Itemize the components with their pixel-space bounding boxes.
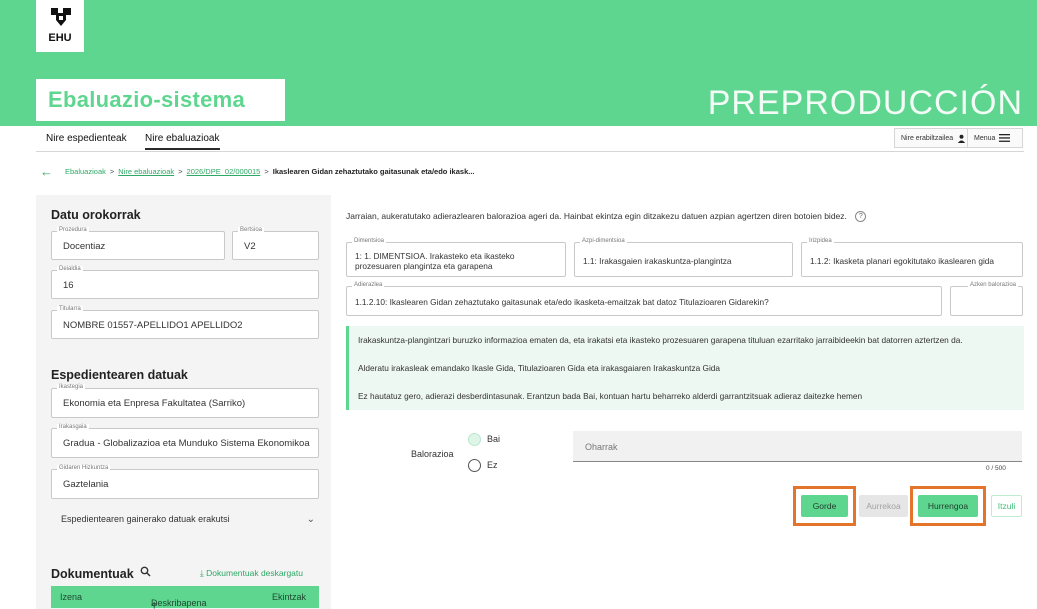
field-value: 16 <box>63 280 74 291</box>
column-actions: Ekintzak <box>272 592 307 602</box>
field-value: V2 <box>244 241 256 252</box>
highlight-next <box>910 486 986 526</box>
procedure-field: Prozedura Docentiaz <box>51 227 225 260</box>
field-label: Titularra <box>57 306 83 312</box>
user-label: Nire erabiltzailea <box>901 134 954 142</box>
highlight-save <box>793 486 856 526</box>
holder-field: Titularra NOMBRE 01557-APELLIDO1 APELLID… <box>51 306 319 339</box>
field-value: Gradua - Globalizazioa eta Munduko Siste… <box>63 438 310 449</box>
breadcrumb-separator: > <box>178 167 183 176</box>
field-label: Dimentsioa <box>352 238 387 244</box>
info-line: Ez hautatuz gero, adierazi desberdintasu… <box>346 382 1024 410</box>
download-label: Dokumentuak deskargatu <box>206 568 304 578</box>
dimension-field: Dimentsioa 1: 1. DIMENTSIOA. Irakasteko … <box>346 238 566 277</box>
tab-my-evaluations[interactable]: Nire ebaluazioak <box>145 133 220 150</box>
radio-no-label: Ez <box>487 460 498 470</box>
field-label: Deialdia <box>57 266 83 272</box>
character-counter: 0 / 500 <box>986 465 1006 472</box>
ehu-logo[interactable]: EHU <box>36 0 84 52</box>
app-header: EHU Ebaluazio-sistema PREPRODUCCIÓN <box>0 0 1037 126</box>
breadcrumb-record[interactable]: 2026/DPE_02/000015 <box>187 167 261 176</box>
notes-textarea[interactable]: Oharrak <box>573 431 1022 462</box>
app-title-box: Ebaluazio-sistema <box>36 79 285 121</box>
previous-button[interactable]: Aurrekoa <box>859 495 908 517</box>
rating-label: Balorazioa <box>411 449 454 459</box>
intro-label: Jarraian, aukeratutako adierazlearen bal… <box>346 211 847 221</box>
back-arrow-icon[interactable]: ← <box>40 164 53 179</box>
info-text: Alderatu irakasleak emandako Ikasle Gida… <box>358 363 721 373</box>
field-value: 1.1.2: Ikasketa planari egokitutako ikas… <box>810 256 995 266</box>
general-data-title: Datu orokorrak <box>51 208 141 222</box>
field-label: Irizpidea <box>807 238 834 244</box>
field-value: 1.1.2.10: Ikaslearen Gidan zehaztutako g… <box>355 297 769 307</box>
field-value: 1: 1. DIMENTSIOA. Irakasteko eta ikastek… <box>355 251 515 271</box>
version-field: Bertsioa V2 <box>232 227 319 260</box>
chevron-down-icon: ⌄ <box>306 514 315 525</box>
user-button[interactable]: Nire erabiltzailea <box>894 128 974 148</box>
environment-label: PREPRODUCCIÓN <box>707 84 1023 122</box>
radio-yes-label: Bai <box>487 434 501 444</box>
guide-language-field: Gidaren Hizkuntza Gaztelania <box>51 465 319 499</box>
subject-field: Irakasgaia Gradua - Globalizazioa eta Mu… <box>51 424 319 458</box>
back-button[interactable]: Itzuli <box>991 495 1022 517</box>
field-value: Gaztelania <box>63 479 109 490</box>
show-more-record-data[interactable]: Espedientearen gainerako datuak erakutsi… <box>61 514 319 525</box>
call-field: Deialdia 16 <box>51 266 319 299</box>
hamburger-icon <box>999 134 1011 142</box>
download-documents-link[interactable]: ⤓ Dokumentuak deskargatu <box>200 568 303 579</box>
field-label: Adierazlea <box>352 282 385 288</box>
radio-yes[interactable] <box>468 433 481 446</box>
search-icon[interactable] <box>140 566 151 580</box>
breadcrumb-current: Ikaslearen Gidan zehaztutako gaitasunak … <box>272 167 475 176</box>
info-line: Alderatu irakasleak emandako Ikasle Gida… <box>346 354 1024 382</box>
user-icon <box>958 134 966 143</box>
field-label: Azken balorazioa <box>967 282 1018 288</box>
field-value: NOMBRE 01557-APELLIDO1 APELLIDO2 <box>63 320 243 331</box>
field-label: Bertsioa <box>238 227 265 233</box>
download-icon: ⤓ <box>200 568 204 578</box>
notes-placeholder: Oharrak <box>585 442 618 452</box>
documents-table-header: Izena Deskribapena 🡩 Ekintzak <box>51 586 319 609</box>
show-more-label: Espedientearen gainerako datuak erakutsi <box>61 514 230 524</box>
breadcrumb-separator: > <box>109 167 115 176</box>
menu-button[interactable]: Menua <box>967 128 1023 148</box>
column-name[interactable]: Izena <box>60 592 82 602</box>
info-text: Irakaskuntza-plangintzari buruzko inform… <box>358 335 963 345</box>
field-label: Prozedura <box>57 227 89 233</box>
help-icon[interactable]: ? <box>855 211 867 223</box>
field-label: Azpi-dimentsioa <box>580 238 627 244</box>
tab-my-records[interactable]: Nire espedienteak <box>46 133 127 144</box>
breadcrumb-my-evaluations[interactable]: Nire ebaluazioak <box>118 167 174 176</box>
sort-arrow-up-icon: 🡩 <box>151 600 158 609</box>
breadcrumb: ← Ebaluazioak > Nire ebaluazioak > 2026/… <box>40 164 475 179</box>
field-label: Gidaren Hizkuntza <box>57 465 111 471</box>
radio-no[interactable] <box>468 459 481 472</box>
documents-title: Dokumentuak <box>51 567 134 581</box>
center-field: Ikastegia Ekonomia eta Enpresa Fakultate… <box>51 384 319 418</box>
info-text: Ez hautatuz gero, adierazi desberdintasu… <box>358 391 863 401</box>
field-label: Ikastegia <box>57 384 86 390</box>
breadcrumb-evaluations[interactable]: Ebaluazioak <box>65 167 106 176</box>
intro-text: Jarraian, aukeratutako adierazlearen bal… <box>346 211 867 223</box>
top-navigation: Nire espedienteak Nire ebaluazioak Nire … <box>36 126 1024 152</box>
app-title[interactable]: Ebaluazio-sistema <box>48 87 245 113</box>
ehu-logo-mark-icon <box>51 8 71 26</box>
field-value: 1.1: Irakasgaien irakaskuntza-plangintza <box>583 256 732 266</box>
guideline-field: Irizpidea 1.1.2: Ikasketa planari egokit… <box>801 238 1023 277</box>
breadcrumb-separator: > <box>264 167 269 176</box>
logo-text: EHU <box>48 32 72 44</box>
field-value: Ekonomia eta Enpresa Fakultatea (Sarriko… <box>63 398 246 409</box>
record-data-title: Espedientearen datuak <box>51 368 188 382</box>
field-value: Docentiaz <box>63 241 106 252</box>
menu-label: Menua <box>974 134 996 142</box>
info-line: Irakaskuntza-plangintzari buruzko inform… <box>346 326 1024 354</box>
field-label: Irakasgaia <box>57 424 89 430</box>
subdimension-field: Azpi-dimentsioa 1.1: Irakasgaien irakask… <box>574 238 793 277</box>
last-rating-field: Azken balorazioa <box>950 282 1023 316</box>
indicator-field: Adierazlea 1.1.2.10: Ikaslearen Gidan ze… <box>346 282 942 316</box>
